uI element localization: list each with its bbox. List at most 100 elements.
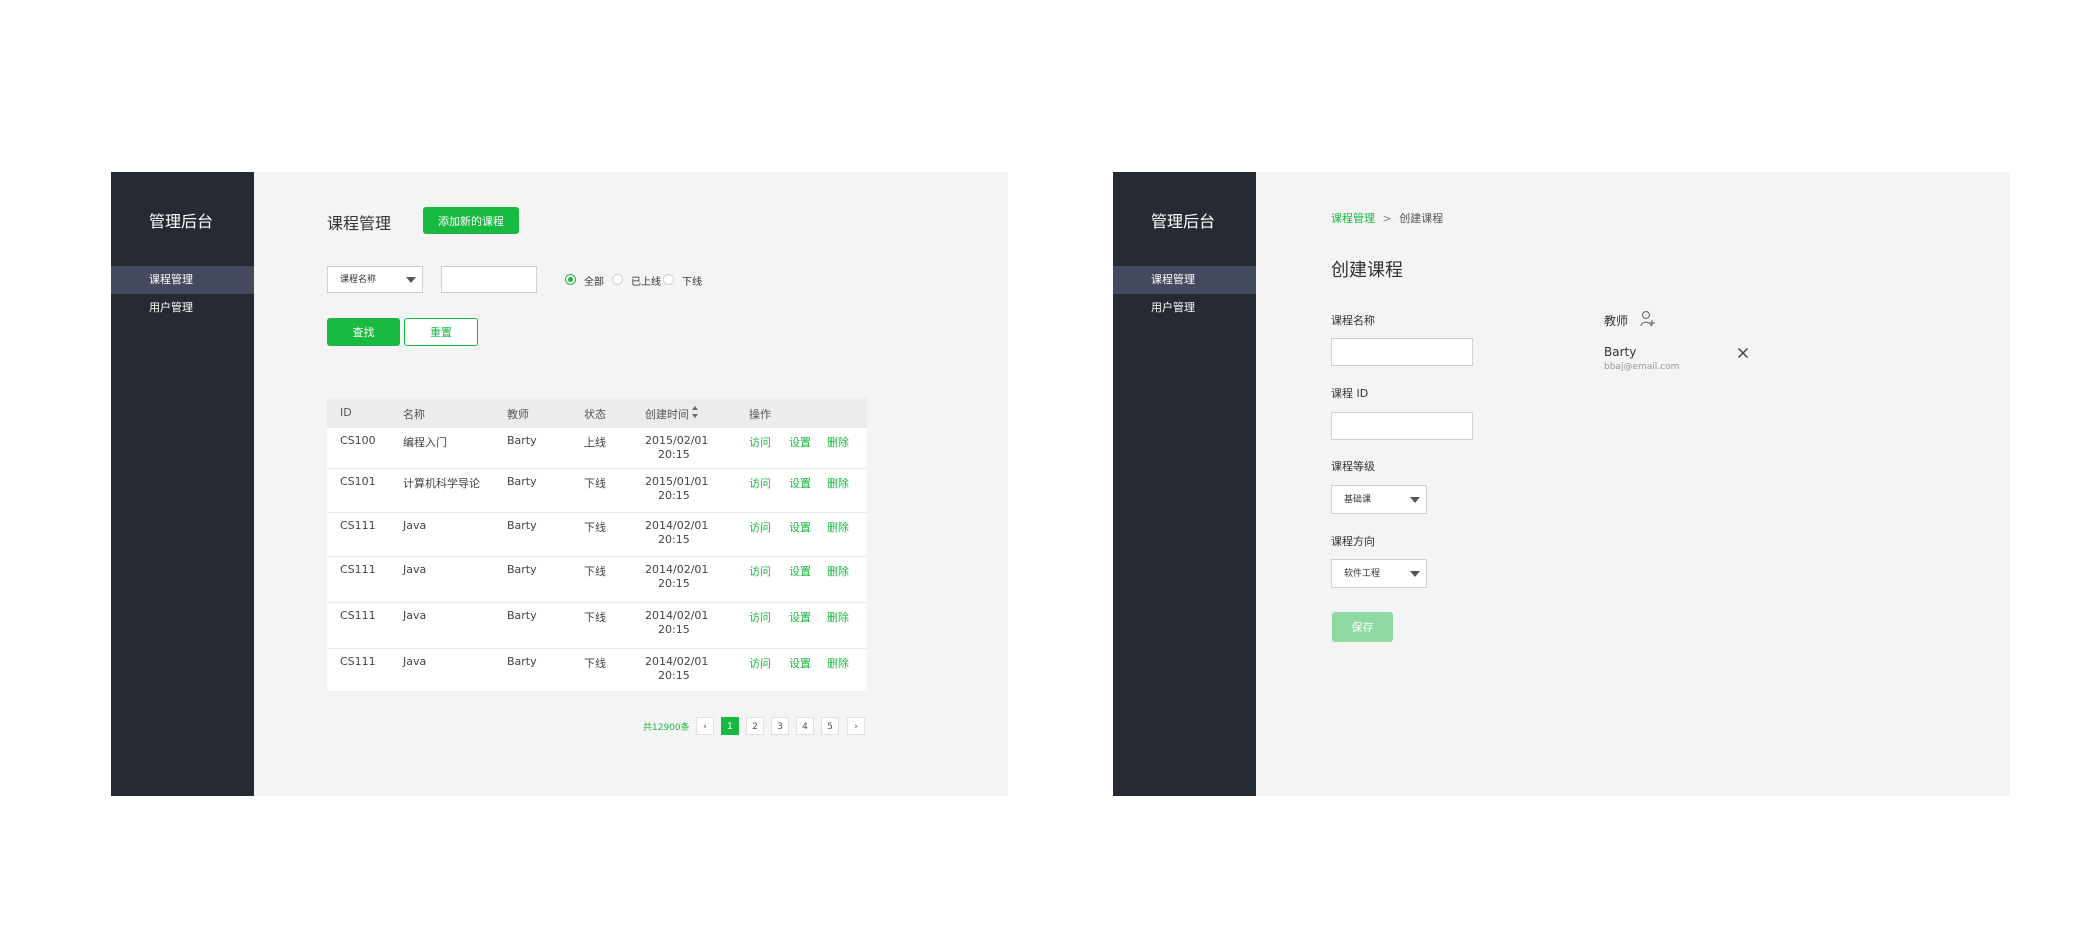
cell-name: 计算机科学导论: [403, 477, 480, 490]
cell-created-time: 20:15: [658, 489, 690, 502]
sidebar: 管理后台 课程管理 用户管理: [1113, 172, 1256, 796]
visit-link[interactable]: 访问: [749, 475, 771, 491]
cell-name: Java: [403, 563, 427, 576]
cell-teacher: Barty: [507, 563, 537, 576]
table-row: CS100 编程入门 Barty 上线 2015/02/01 20:15 访问 设置 删除: [327, 427, 867, 468]
cell-created-time: 20:15: [658, 533, 690, 546]
settings-link[interactable]: 设置: [789, 475, 811, 491]
cell-id: CS111: [340, 519, 376, 532]
search-button[interactable]: 查找: [327, 318, 400, 346]
header-teacher: 教师: [507, 408, 529, 421]
teacher-email: bbaj@email.com: [1604, 362, 1680, 372]
radio-offline-label: 下线: [682, 277, 702, 288]
cell-status: 下线: [584, 657, 606, 670]
cell-teacher: Barty: [507, 519, 537, 532]
header-name: 名称: [403, 408, 425, 421]
cell-status: 上线: [584, 436, 606, 449]
cell-id: CS100: [340, 434, 376, 447]
settings-link[interactable]: 设置: [789, 655, 811, 671]
filter-field-select[interactable]: 课程名称: [327, 266, 423, 293]
course-level-select-value: 基础课: [1344, 495, 1372, 505]
course-direction-select-value: 软件工程: [1344, 569, 1381, 579]
delete-link[interactable]: 删除: [827, 434, 849, 450]
pagination-next-button[interactable]: ›: [847, 717, 865, 735]
user-plus-icon[interactable]: [1640, 310, 1656, 328]
course-id-input[interactable]: [1331, 412, 1473, 440]
radio-online[interactable]: [612, 274, 623, 285]
delete-link[interactable]: 删除: [827, 563, 849, 579]
pagination-page-1[interactable]: 1: [721, 717, 739, 735]
cell-status: 下线: [584, 611, 606, 624]
reset-button[interactable]: 重置: [404, 318, 478, 346]
radio-offline[interactable]: [663, 274, 674, 285]
sidebar-item-course-management[interactable]: 课程管理: [111, 266, 254, 294]
pagination-page-4[interactable]: 4: [796, 717, 814, 735]
sidebar-item-course-management[interactable]: 课程管理: [1113, 266, 1256, 294]
page-title: 课程管理: [327, 214, 392, 233]
teacher-label: 教师: [1604, 314, 1629, 328]
cell-teacher: Barty: [507, 609, 537, 622]
pagination-total: 共12900条: [643, 723, 690, 733]
cell-status: 下线: [584, 521, 606, 534]
cell-name: 编程入门: [403, 436, 447, 449]
search-input[interactable]: [441, 266, 537, 293]
header-actions: 操作: [749, 408, 771, 421]
add-course-button[interactable]: 添加新的课程: [423, 207, 519, 234]
sidebar-item-user-management[interactable]: 用户管理: [1113, 294, 1256, 322]
pagination-prev-button[interactable]: ‹: [696, 717, 714, 735]
radio-all-label: 全部: [584, 277, 604, 288]
cell-id: CS101: [340, 475, 376, 488]
cell-created-date: 2014/02/01: [645, 609, 709, 622]
visit-link[interactable]: 访问: [749, 519, 771, 535]
table-row: CS111 Java Barty 下线 2014/02/01 20:15 访问 设置 删除: [327, 648, 867, 691]
pagination-page-3[interactable]: 3: [771, 717, 789, 735]
breadcrumb: 课程管理 > 创建课程: [1331, 210, 1443, 226]
table-body: CS100 编程入门 Barty 上线 2015/02/01 20:15 访问 设置 删除 CS1…: [327, 427, 867, 691]
visit-link[interactable]: 访问: [749, 609, 771, 625]
cell-created-date: 2014/02/01: [645, 655, 709, 668]
course-name-input[interactable]: [1331, 338, 1473, 366]
cell-name: Java: [403, 519, 427, 532]
teacher-name: Barty: [1604, 345, 1637, 359]
table-row: CS111 Java Barty 下线 2014/02/01 20:15 访问 设置 删除: [327, 512, 867, 556]
header-id: ID: [340, 406, 352, 419]
cell-created-date: 2014/02/01: [645, 519, 709, 532]
sidebar-item-user-management[interactable]: 用户管理: [111, 294, 254, 322]
filter-field-select-value: 课程名称: [340, 275, 377, 285]
cell-created-date: 2015/02/01: [645, 434, 709, 447]
delete-link[interactable]: 删除: [827, 655, 849, 671]
settings-link[interactable]: 设置: [789, 609, 811, 625]
brand-title: 管理后台: [1151, 212, 1216, 231]
visit-link[interactable]: 访问: [749, 434, 771, 450]
radio-all[interactable]: [565, 274, 576, 285]
cell-created-time: 20:15: [658, 669, 690, 682]
breadcrumb-parent-link[interactable]: 课程管理: [1331, 212, 1375, 225]
caret-down-icon: [406, 277, 416, 283]
delete-link[interactable]: 删除: [827, 475, 849, 491]
visit-link[interactable]: 访问: [749, 655, 771, 671]
header-created-time: 创建时间: [645, 408, 689, 421]
cell-id: CS111: [340, 563, 376, 576]
settings-link[interactable]: 设置: [789, 563, 811, 579]
settings-link[interactable]: 设置: [789, 434, 811, 450]
delete-link[interactable]: 删除: [827, 519, 849, 535]
table-row: CS111 Java Barty 下线 2014/02/01 20:15 访问 设置 删除: [327, 556, 867, 602]
course-direction-select[interactable]: 软件工程: [1331, 559, 1427, 588]
sort-arrows-icon[interactable]: [691, 405, 699, 419]
close-icon[interactable]: [1737, 347, 1749, 359]
cell-teacher: Barty: [507, 475, 537, 488]
create-course-window: 管理后台 课程管理 用户管理 课程管理 > 创建课程 创建课程 课程名称 课程 …: [1113, 172, 2010, 796]
cell-created-time: 20:15: [658, 448, 690, 461]
pagination-page-5[interactable]: 5: [821, 717, 839, 735]
pagination-page-2[interactable]: 2: [746, 717, 764, 735]
visit-link[interactable]: 访问: [749, 563, 771, 579]
table-header: ID 名称 教师 状态 创建时间 操作: [327, 398, 867, 427]
breadcrumb-separator: >: [1382, 212, 1392, 225]
settings-link[interactable]: 设置: [789, 519, 811, 535]
course-level-select[interactable]: 基础课: [1331, 485, 1427, 514]
cell-id: CS111: [340, 609, 376, 622]
delete-link[interactable]: 删除: [827, 609, 849, 625]
cell-id: CS111: [340, 655, 376, 668]
caret-down-icon: [1410, 571, 1420, 577]
save-button[interactable]: 保存: [1332, 612, 1393, 642]
